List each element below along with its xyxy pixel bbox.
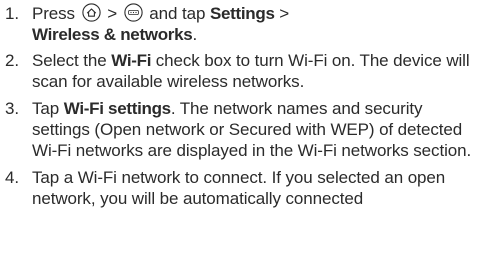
step-text: Press (32, 4, 75, 23)
wifi-label: Wi-Fi (111, 51, 152, 70)
menu-icon (124, 3, 143, 22)
home-icon (81, 3, 101, 22)
settings-label: Settings (209, 4, 275, 23)
step-1: 1. Press > and tap Settings > Wireless &… (0, 3, 483, 45)
step-number: 1. (5, 4, 19, 23)
instruction-steps: 1. Press > and tap Settings > Wireless &… (0, 3, 483, 215)
step-3: 3. Tap Wi-Fi settings. The network names… (0, 98, 483, 161)
separator: > (279, 4, 290, 23)
step-number: 2. (5, 51, 19, 70)
step-text: Tap (32, 99, 60, 118)
step-text: and tap (149, 4, 206, 23)
step-number: 4. (5, 168, 19, 187)
step-text: Select the (32, 51, 107, 70)
step-4: 4. Tap a Wi-Fi network to connect. If yo… (0, 167, 483, 209)
wireless-networks-label: Wireless & networks (32, 25, 193, 44)
period: . (192, 25, 198, 44)
step-2: 2. Select the Wi-Fi check box to turn Wi… (0, 50, 483, 92)
step-number: 3. (5, 99, 19, 118)
step-text: Tap a Wi-Fi network to connect. If you s… (32, 168, 446, 208)
wifi-settings-label: Wi-Fi settings (63, 99, 171, 118)
separator: > (107, 4, 118, 23)
